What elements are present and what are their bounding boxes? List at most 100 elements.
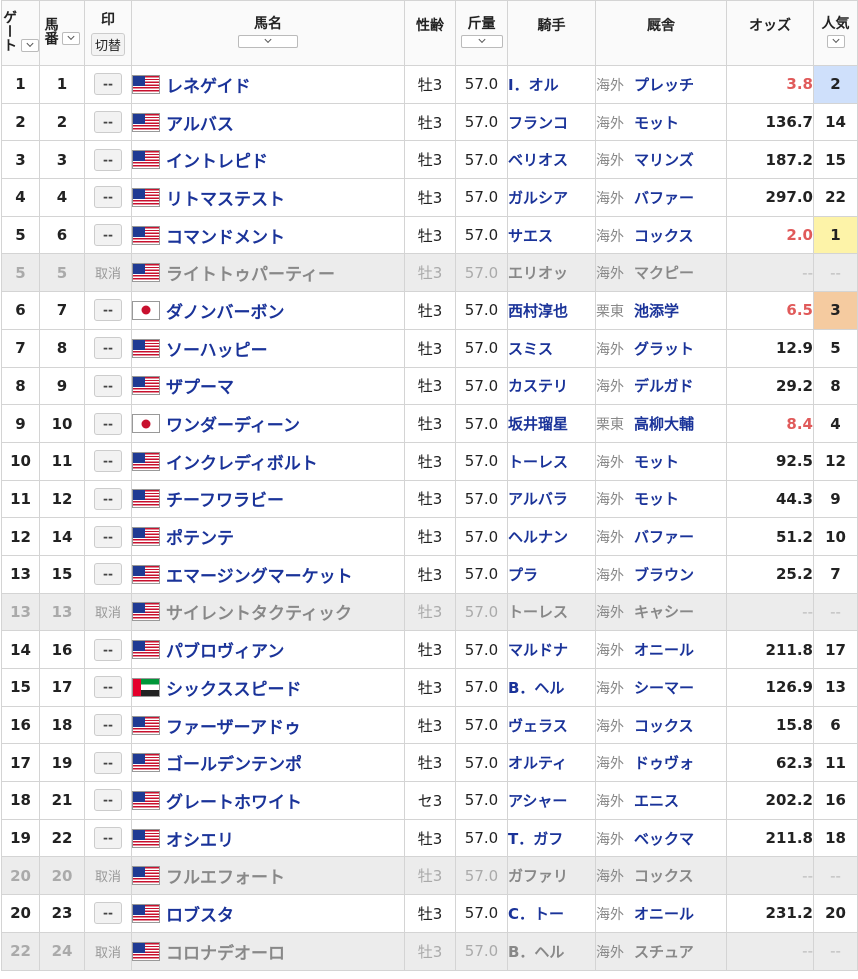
jockey-link[interactable]: I．オル — [507, 65, 596, 104]
gate-sort-chevron-icon[interactable] — [20, 39, 39, 52]
horse-name-cell[interactable]: エマージングマーケット — [131, 554, 405, 594]
trainer-link[interactable]: コックス — [634, 867, 694, 885]
jockey-link[interactable]: トーレス — [507, 592, 596, 632]
weight-sort-chevron-icon[interactable] — [460, 34, 503, 48]
horse-name-cell[interactable]: ファーザーアドゥ — [131, 705, 405, 745]
horse-name-cell[interactable]: ゴールデンテンポ — [131, 743, 405, 783]
mark-button[interactable]: -- — [94, 73, 122, 96]
trainer-link[interactable]: モット — [634, 453, 679, 471]
horse-name-cell[interactable]: チーフワラビー — [131, 479, 405, 519]
name-sort-chevron-icon[interactable] — [238, 34, 298, 48]
horse-name-cell[interactable]: コロナデオーロ — [131, 931, 405, 971]
trainer-link[interactable]: シーマー — [634, 679, 694, 697]
horse-name-link[interactable]: オシエリ — [166, 831, 234, 851]
jockey-link[interactable]: ヘルナン — [507, 517, 596, 556]
horse-name-link[interactable]: ライトトゥパーティー — [166, 265, 335, 285]
pop-sort-chevron-icon[interactable] — [826, 34, 845, 48]
mark-button[interactable]: -- — [94, 638, 122, 661]
jockey-link[interactable]: T．ガフ — [507, 818, 596, 858]
jockey-link[interactable]: B．ヘル — [507, 931, 596, 971]
mark-button[interactable]: -- — [94, 827, 122, 850]
horse-name-link[interactable]: ソーハッピー — [166, 341, 268, 361]
mark-toggle-button[interactable]: 切替 — [90, 32, 125, 56]
pop-header[interactable]: 人気 — [813, 0, 858, 66]
trainer-link[interactable]: オニール — [634, 905, 694, 923]
horse-name-cell[interactable]: シックススピード — [131, 668, 405, 707]
trainer-link[interactable]: コックス — [634, 717, 694, 735]
gate-header[interactable]: ゲート — [1, 0, 40, 66]
mark-button[interactable]: -- — [94, 525, 122, 548]
mark-button[interactable]: -- — [94, 676, 122, 699]
trainer-link[interactable]: マクピー — [634, 264, 694, 282]
horse-name-cell[interactable]: パブロヴィアン — [131, 630, 405, 669]
horse-name-link[interactable]: リトマステスト — [166, 190, 285, 210]
horse-name-link[interactable]: チーフワラビー — [166, 491, 284, 511]
horse-name-link[interactable]: ポテンテ — [166, 529, 234, 549]
horse-name-cell[interactable]: アルバス — [131, 102, 405, 142]
jockey-link[interactable]: ベリオス — [507, 140, 596, 180]
trainer-link[interactable]: バファー — [634, 528, 694, 546]
jockey-link[interactable]: カステリ — [507, 366, 596, 406]
horse-name-cell[interactable]: インクレディボルト — [131, 441, 405, 481]
horse-name-link[interactable]: ファーザーアドゥ — [166, 718, 301, 738]
horse-name-cell[interactable]: ソーハッピー — [131, 328, 405, 368]
horse-name-link[interactable]: グレートホワイト — [166, 793, 302, 813]
horse-name-link[interactable]: ワンダーディーン — [166, 416, 300, 436]
mark-button[interactable]: -- — [94, 299, 122, 322]
jockey-link[interactable]: プラ — [507, 554, 596, 594]
trainer-link[interactable]: ベックマ — [634, 830, 694, 848]
mark-button[interactable]: -- — [94, 487, 122, 510]
horse-name-link[interactable]: イントレピド — [166, 152, 268, 172]
horse-name-link[interactable]: シックススピード — [166, 680, 302, 700]
trainer-link[interactable]: バファー — [634, 189, 694, 207]
horse-name-cell[interactable]: ザプーマ — [131, 366, 405, 406]
horse-name-link[interactable]: ダノンバーボン — [166, 303, 285, 323]
mark-button[interactable]: -- — [94, 412, 122, 435]
jockey-link[interactable]: トーレス — [507, 441, 596, 481]
horse-name-cell[interactable]: ダノンバーボン — [131, 291, 405, 330]
trainer-link[interactable]: デルガド — [634, 377, 694, 395]
trainer-link[interactable]: モット — [634, 490, 679, 508]
trainer-link[interactable]: マリンズ — [634, 151, 694, 169]
trainer-link[interactable]: プレッチ — [634, 76, 694, 94]
jockey-link[interactable]: アシャー — [507, 781, 596, 820]
jockey-link[interactable]: マルドナ — [507, 630, 596, 669]
horse-name-link[interactable]: パブロヴィアン — [166, 642, 284, 662]
horse-name-link[interactable]: ザプーマ — [166, 378, 234, 398]
jockey-link[interactable]: エリオッ — [507, 253, 596, 293]
horse-name-link[interactable]: レネゲイド — [166, 77, 251, 97]
mark-button[interactable]: -- — [94, 374, 122, 397]
jockey-link[interactable]: フランコ — [507, 102, 596, 142]
mark-button[interactable]: -- — [94, 714, 122, 737]
jockey-link[interactable]: オルティ — [507, 743, 596, 783]
horse-name-cell[interactable]: ロブスタ — [131, 894, 405, 933]
jockey-link[interactable]: ガファリ — [507, 856, 596, 896]
jockey-link[interactable]: アルバラ — [507, 479, 596, 519]
mark-button[interactable]: -- — [94, 224, 122, 247]
horse-name-link[interactable]: コマンドメント — [166, 228, 285, 248]
horse-name-cell[interactable]: ワンダーディーン — [131, 404, 405, 443]
horse-name-cell[interactable]: コマンドメント — [131, 215, 405, 255]
mark-button[interactable]: -- — [94, 751, 122, 774]
num-header[interactable]: 馬番 — [39, 0, 85, 66]
trainer-link[interactable]: オニール — [634, 641, 694, 659]
jockey-link[interactable]: スミス — [507, 328, 596, 368]
jockey-link[interactable]: サエス — [507, 215, 596, 255]
mark-button[interactable]: -- — [94, 186, 122, 209]
num-sort-chevron-icon[interactable] — [62, 32, 81, 45]
jockey-link[interactable]: ガルシア — [507, 178, 596, 217]
jockey-link[interactable]: ヴェラス — [507, 705, 596, 745]
name-header[interactable]: 馬名 — [131, 0, 405, 66]
trainer-link[interactable]: モット — [634, 114, 679, 132]
horse-name-cell[interactable]: グレートホワイト — [131, 781, 405, 820]
horse-name-link[interactable]: ロブスタ — [166, 906, 234, 926]
horse-name-cell[interactable]: レネゲイド — [131, 65, 405, 104]
horse-name-link[interactable]: コロナデオーロ — [166, 944, 285, 964]
horse-name-cell[interactable]: リトマステスト — [131, 178, 405, 217]
horse-name-link[interactable]: アルバス — [166, 115, 234, 135]
trainer-link[interactable]: グラット — [634, 340, 694, 358]
jockey-link[interactable]: C．トー — [507, 894, 596, 933]
trainer-link[interactable]: コックス — [634, 227, 694, 245]
horse-name-cell[interactable]: イントレピド — [131, 140, 405, 180]
trainer-link[interactable]: キャシー — [634, 603, 694, 621]
